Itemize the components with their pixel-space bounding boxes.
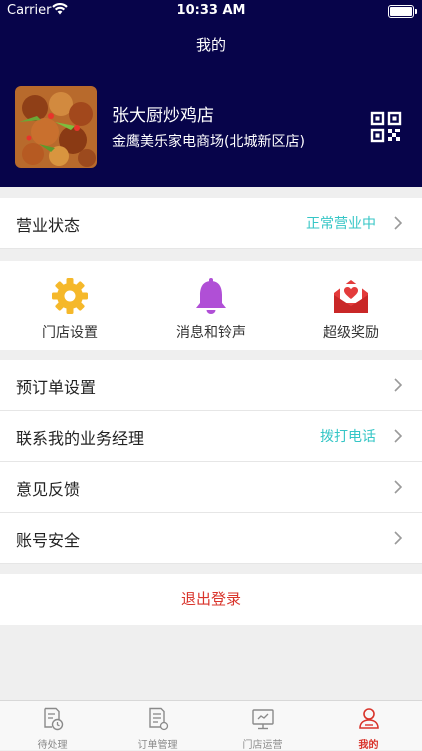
- tab-order-management[interactable]: 订单管理: [105, 701, 210, 751]
- menu-item-label: 账号安全: [16, 531, 81, 550]
- bell-icon: [196, 278, 226, 314]
- tab-label: 我的: [358, 740, 379, 751]
- super-reward-button[interactable]: 超级奖励: [281, 261, 421, 350]
- menu-item-label: 联系我的业务经理: [16, 429, 145, 448]
- store-settings-button[interactable]: 门店设置: [0, 261, 140, 350]
- reward-envelope-icon: [334, 280, 368, 313]
- pending-clock-icon: [44, 707, 64, 731]
- business-status-label: 营业状态: [16, 216, 81, 235]
- tab-label: 门店运营: [242, 740, 283, 751]
- tab-store-operations[interactable]: 门店运营: [210, 701, 315, 751]
- profile-header: Carrier 10:33 AM 我的 张大厨炒鸡店 金鹰美乐家电商场(北城新区…: [0, 0, 422, 187]
- gear-icon: [52, 278, 88, 314]
- qr-code-icon[interactable]: [370, 111, 402, 143]
- chevron-right-icon: [394, 378, 402, 392]
- store-address: 金鹰美乐家电商场(北城新区店): [112, 134, 305, 150]
- tab-label: 订单管理: [137, 740, 178, 751]
- menu-item-label: 意见反馈: [16, 480, 81, 499]
- menu-item-contact-manager[interactable]: 联系我的业务经理 拨打电话: [0, 411, 422, 462]
- logout-button[interactable]: 退出登录: [0, 574, 422, 625]
- monitor-icon: [252, 709, 274, 730]
- battery-icon: [388, 5, 417, 18]
- tab-bar: 待处理 订单管理 门店运营 我的: [0, 700, 422, 751]
- person-icon: [359, 708, 379, 729]
- menu-item-account-security[interactable]: 账号安全: [0, 513, 422, 564]
- store-settings-label: 门店设置: [42, 325, 98, 341]
- chevron-right-icon: [394, 531, 402, 545]
- call-phone-link[interactable]: 拨打电话: [320, 426, 376, 446]
- chevron-right-icon: [394, 480, 402, 494]
- order-list-icon: [149, 707, 169, 731]
- clock: 10:33 AM: [176, 3, 246, 18]
- store-name: 张大厨炒鸡店: [112, 106, 214, 126]
- status-bar: Carrier 10:33 AM: [0, 0, 422, 22]
- messages-and-ringtones-label: 消息和铃声: [176, 325, 246, 341]
- messages-and-ringtones-button[interactable]: 消息和铃声: [141, 261, 281, 350]
- menu-item-feedback[interactable]: 意见反馈: [0, 462, 422, 513]
- menu-item-reservation-settings[interactable]: 预订单设置: [0, 360, 422, 411]
- store-photo[interactable]: [15, 86, 97, 168]
- page-title: 我的: [195, 36, 226, 54]
- business-status-row[interactable]: 营业状态 正常营业中: [0, 198, 422, 249]
- chevron-right-icon: [394, 216, 402, 230]
- quick-actions: 门店设置 消息和铃声 超级奖励: [0, 261, 422, 350]
- chevron-right-icon: [394, 429, 402, 443]
- super-reward-label: 超级奖励: [323, 325, 379, 341]
- tab-label: 待处理: [37, 740, 68, 751]
- tab-pending[interactable]: 待处理: [0, 701, 105, 751]
- menu-item-label: 预订单设置: [16, 378, 97, 397]
- tab-mine[interactable]: 我的: [316, 701, 421, 751]
- food-image: [15, 86, 97, 168]
- business-status-value: 正常营业中: [306, 216, 376, 232]
